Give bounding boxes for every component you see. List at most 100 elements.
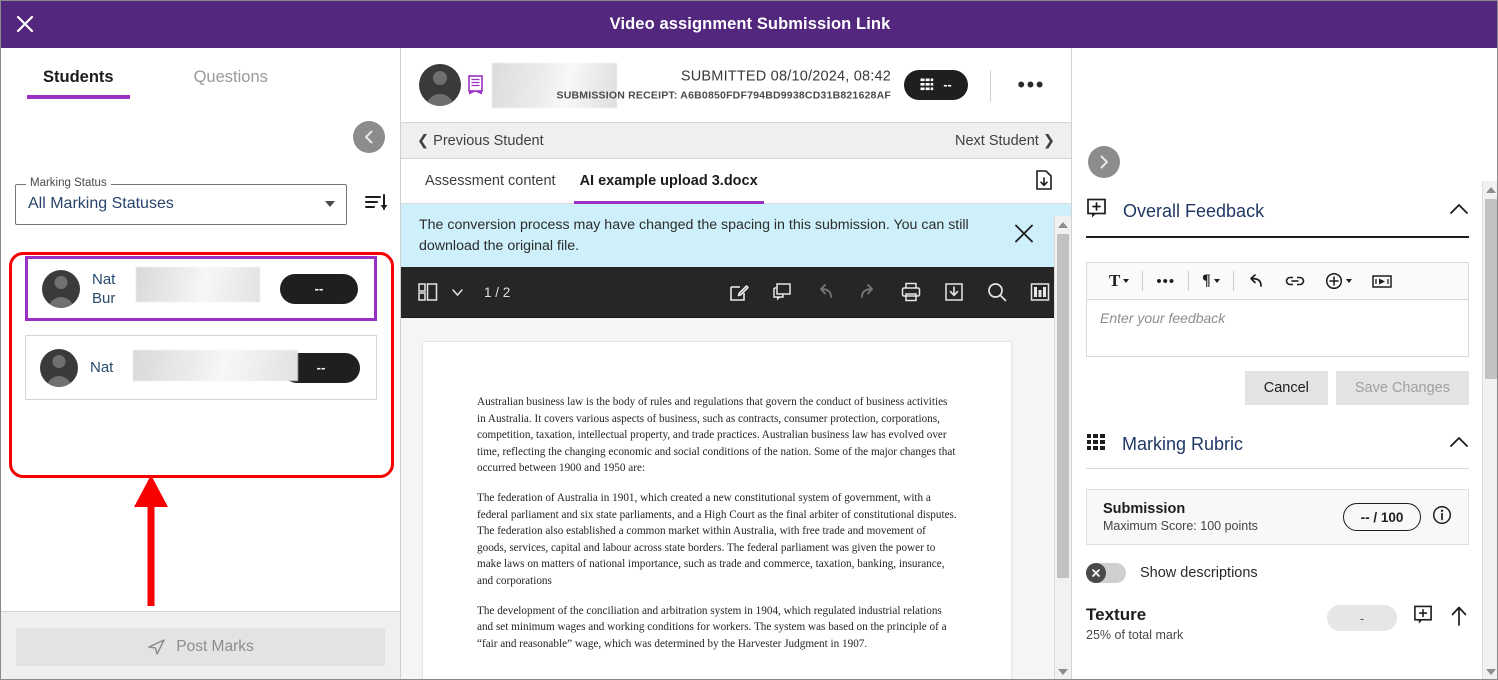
show-descriptions-row: Show descriptions (1086, 563, 1469, 583)
post-marks-button[interactable]: Post Marks (16, 627, 385, 666)
next-student-button[interactable]: Next Student ❯ (955, 133, 1055, 149)
post-marks-bar: Post Marks (1, 611, 400, 679)
post-marks-label: Post Marks (176, 637, 254, 655)
student-navigation-bar: ❮ Previous Student Next Student ❯ (401, 123, 1071, 159)
student-list-item-1[interactable]: Nat Bur -- (25, 256, 377, 321)
arrow-up-icon[interactable] (1449, 605, 1469, 632)
insert-icon[interactable] (1315, 272, 1362, 290)
page-indicator: 1 / 2 (484, 284, 511, 300)
paragraph-icon[interactable]: ¶ (1192, 272, 1230, 290)
marking-rubric-title: Marking Rubric (1122, 434, 1244, 454)
scroll-up-arrow[interactable] (1058, 222, 1068, 228)
student-score-pill-1[interactable]: -- (280, 273, 358, 304)
annotate-icon[interactable] (728, 281, 750, 303)
more-options-icon[interactable]: ••• (1017, 74, 1045, 96)
document-paragraph-2: The federation of Australia in 1901, whi… (477, 491, 957, 587)
submission-header: SUBMITTED 08/10/2024, 08:42 SUBMISSION R… (401, 48, 1071, 123)
save-changes-button: Save Changes (1335, 371, 1469, 405)
submission-meta: SUBMITTED 08/10/2024, 08:42 SUBMISSION R… (557, 69, 891, 102)
submission-receipt: SUBMISSION RECEIPT: A6B0850FDF794BD9938C… (556, 89, 891, 102)
close-icon[interactable] (1013, 222, 1035, 249)
scroll-down-arrow[interactable] (1058, 669, 1068, 675)
grade-pill-value: -- (943, 78, 952, 92)
criterion-score-input[interactable]: - (1327, 605, 1397, 631)
rubric-grid-icon (1086, 433, 1106, 456)
document-paragraph-3: The development of the conciliation and … (477, 604, 947, 650)
collapse-panel-button[interactable] (353, 121, 385, 153)
close-icon[interactable] (11, 10, 39, 38)
print-icon[interactable] (900, 281, 922, 303)
redo-icon[interactable] (857, 281, 879, 303)
page-layout-icon[interactable] (417, 281, 439, 303)
scrollbar-thumb[interactable] (1485, 199, 1497, 379)
redacted-name-overlay (133, 350, 298, 381)
scroll-up-arrow[interactable] (1486, 187, 1496, 193)
sort-descending-icon[interactable] (359, 187, 393, 221)
rubric-submission-row: Submission Maximum Score: 100 points -- … (1086, 489, 1469, 545)
overall-feedback-header[interactable]: Overall Feedback (1086, 188, 1469, 238)
rubric-max-score: Maximum Score: 100 points (1103, 519, 1258, 533)
pdf-toolbar: 1 / 2 (401, 267, 1071, 317)
student-list: Nat Bur -- Nat -- (11, 244, 391, 644)
chevron-down-icon (1213, 279, 1220, 283)
search-icon[interactable] (986, 281, 1008, 303)
redacted-name-overlay (136, 267, 260, 302)
previous-student-button[interactable]: ❮ Previous Student (417, 133, 544, 149)
thumbnails-icon[interactable] (1029, 281, 1051, 303)
tab-assessment-content[interactable]: Assessment content (413, 159, 568, 204)
overall-feedback-title: Overall Feedback (1123, 200, 1265, 221)
video-icon[interactable] (1362, 274, 1402, 289)
cancel-button[interactable]: Cancel (1244, 371, 1328, 405)
show-descriptions-label: Show descriptions (1140, 565, 1258, 581)
panel-tabs: Students Questions (1, 48, 400, 108)
marking-panel-content: Overall Feedback T ••• ¶ Enter your feed… (1072, 48, 1483, 642)
conversion-notice: The conversion process may have changed … (401, 204, 1071, 267)
marking-rubric-header[interactable]: Marking Rubric (1086, 423, 1469, 469)
add-comment-icon[interactable] (1413, 605, 1433, 630)
feedback-editor-toolbar: T ••• ¶ (1086, 262, 1469, 300)
conversion-notice-text: The conversion process may have changed … (419, 216, 969, 254)
rubric-criterion-row: Texture 25% of total mark - (1086, 605, 1469, 642)
comment-icon[interactable] (771, 281, 793, 303)
undo-icon[interactable] (814, 281, 836, 303)
right-pane-scrollbar[interactable] (1482, 181, 1497, 679)
submission-viewer-pane: SUBMITTED 08/10/2024, 08:42 SUBMISSION R… (401, 48, 1071, 679)
divider (990, 70, 991, 102)
rubric-submission-title: Submission (1103, 501, 1186, 517)
chevron-down-icon[interactable] (451, 286, 464, 299)
add-feedback-icon (1086, 198, 1107, 224)
marking-status-filter-row: Marking Status All Marking Statuses (1, 176, 401, 232)
download-icon[interactable] (943, 281, 965, 303)
grade-pill-button[interactable]: -- (904, 70, 968, 100)
text-format-icon[interactable]: T (1099, 271, 1139, 291)
info-icon[interactable] (1432, 505, 1452, 530)
download-file-icon[interactable] (1035, 170, 1053, 195)
undo-icon[interactable] (1237, 273, 1275, 289)
scroll-down-arrow[interactable] (1486, 669, 1496, 675)
divider (1232, 271, 1234, 291)
marking-status-select[interactable]: Marking Status All Marking Statuses (15, 176, 347, 225)
avatar (42, 269, 80, 308)
expand-panel-button[interactable] (1088, 146, 1120, 178)
student-list-item-2[interactable]: Nat -- (25, 335, 377, 400)
chevron-down-icon (1123, 279, 1130, 283)
send-icon (148, 639, 165, 655)
rubric-score-input[interactable]: -- / 100 (1343, 503, 1421, 531)
show-descriptions-toggle[interactable] (1086, 563, 1126, 583)
student-name-1: Nat Bur (92, 270, 116, 307)
students-panel: Students Questions Marking Status All Ma… (1, 48, 401, 679)
center-pane-scrollbar[interactable] (1054, 216, 1071, 679)
chevron-left-icon (365, 130, 373, 144)
document-paragraph-1: Australian business law is the body of r… (477, 396, 956, 475)
more-format-icon[interactable]: ••• (1146, 274, 1185, 289)
scrollbar-thumb[interactable] (1057, 234, 1069, 578)
tab-questions[interactable]: Questions (176, 68, 286, 99)
chevron-up-icon[interactable] (1449, 435, 1469, 454)
criterion-weight: 25% of total mark (1086, 628, 1184, 642)
toggle-off-icon (1086, 563, 1106, 583)
tab-uploaded-file[interactable]: AI example upload 3.docx (568, 159, 770, 204)
link-icon[interactable] (1275, 274, 1315, 288)
tab-students[interactable]: Students (25, 68, 132, 99)
feedback-input[interactable]: Enter your feedback (1086, 300, 1469, 357)
chevron-up-icon[interactable] (1449, 202, 1469, 221)
